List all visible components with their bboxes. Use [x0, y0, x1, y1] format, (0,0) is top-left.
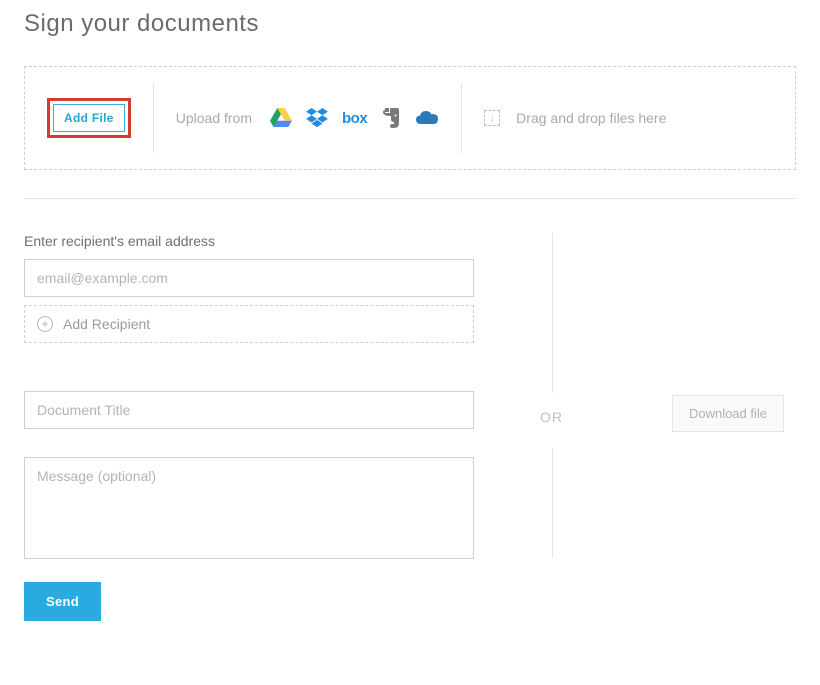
document-title-input[interactable] [24, 391, 474, 429]
page-title: Sign your documents [24, 10, 796, 38]
add-file-highlight: Add File [47, 98, 131, 138]
upload-from-section: Upload from box [176, 107, 439, 129]
add-recipient-button[interactable]: + Add Recipient [24, 305, 474, 343]
onedrive-icon[interactable] [415, 110, 439, 126]
download-file-button[interactable]: Download file [672, 395, 784, 432]
add-file-button[interactable]: Add File [53, 104, 125, 132]
recipient-email-label: Enter recipient's email address [24, 233, 474, 249]
send-button[interactable]: Send [24, 582, 101, 621]
message-textarea[interactable] [24, 457, 474, 559]
drag-drop-label: Drag and drop files here [516, 110, 666, 126]
cloud-source-icons: box [270, 107, 439, 129]
dropbox-icon[interactable] [306, 108, 328, 128]
divider [552, 448, 553, 558]
box-icon[interactable]: box [342, 110, 367, 127]
add-file-section: Add File [47, 98, 131, 138]
add-recipient-label: Add Recipient [63, 316, 150, 332]
divider [552, 233, 553, 393]
evernote-icon[interactable] [381, 107, 401, 129]
drag-drop-zone[interactable]: ↓ Drag and drop files here [484, 110, 666, 126]
or-label: OR [540, 409, 563, 425]
recipient-email-input[interactable] [24, 259, 474, 297]
google-drive-icon[interactable] [270, 108, 292, 128]
plus-circle-icon: + [37, 316, 53, 332]
divider [153, 83, 154, 153]
right-panel: OR Download file [502, 233, 796, 623]
upload-from-label: Upload from [176, 110, 252, 126]
upload-zone: Add File Upload from [24, 66, 796, 170]
divider [461, 83, 462, 153]
section-divider [24, 198, 796, 199]
download-arrow-icon: ↓ [484, 110, 500, 126]
